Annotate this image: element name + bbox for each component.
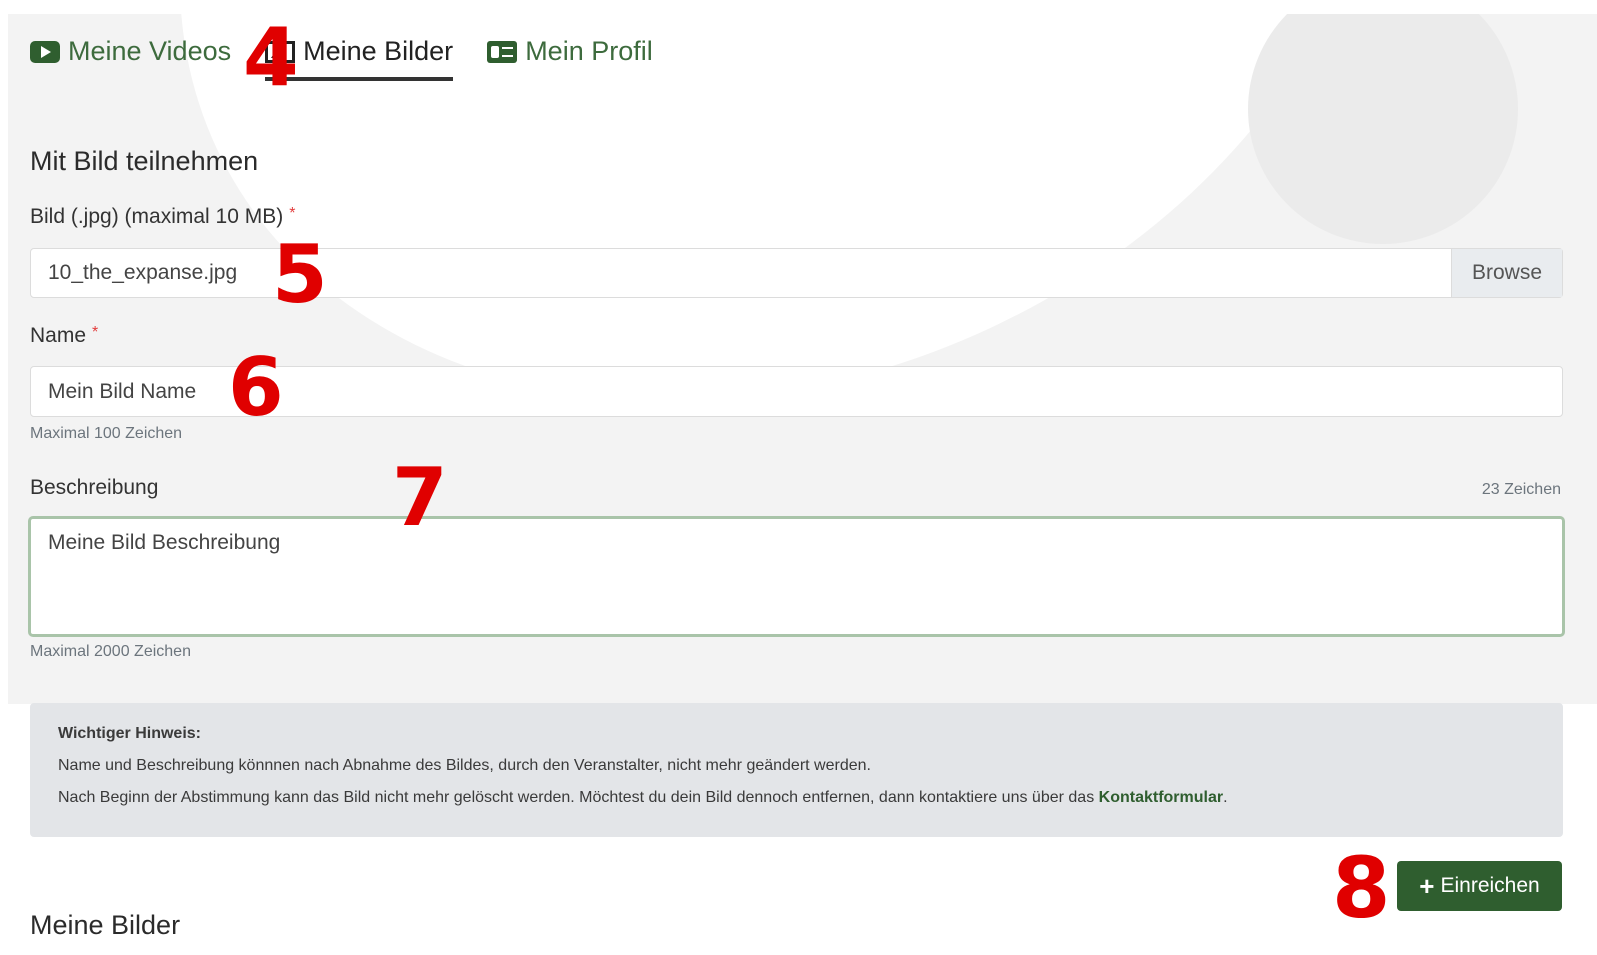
section-title: Mit Bild teilnehmen — [30, 146, 259, 176]
tab-bar: Meine Videos Meine Bilder Mein Profil — [30, 36, 687, 81]
browse-button[interactable]: Browse — [1451, 249, 1562, 297]
tab-label: Meine Videos — [68, 36, 232, 66]
tab-label: Meine Bilder — [303, 36, 454, 66]
notice-line-2-text: Nach Beginn der Abstimmung kann das Bild… — [58, 789, 1095, 806]
tab-mein-profil[interactable]: Mein Profil — [487, 36, 653, 81]
notice-box: Wichtiger Hinweis: Name und Beschreibung… — [30, 703, 1563, 837]
notice-line-1: Name und Beschreibung könnnen nach Abnah… — [58, 757, 871, 774]
description-label: Beschreibung — [30, 476, 159, 499]
required-mark: * — [289, 205, 296, 222]
plus-icon: + — [1419, 870, 1435, 901]
file-label-text: Bild (.jpg) (maximal 10 MB) — [30, 205, 284, 228]
my-images-heading: Meine Bilder — [30, 910, 181, 940]
profile-card-icon — [487, 40, 518, 63]
file-input[interactable]: 10_the_expanse.jpg Browse — [30, 248, 1563, 298]
annotation-marker-4: 4 — [243, 11, 299, 104]
notice-line-2-end: . — [1223, 789, 1228, 806]
description-hint: Maximal 2000 Zeichen — [30, 643, 191, 660]
submit-button[interactable]: + Einreichen — [1397, 861, 1562, 911]
annotation-marker-5: 5 — [272, 228, 328, 321]
name-label: Name * — [30, 324, 98, 348]
submit-label: Einreichen — [1440, 874, 1540, 897]
file-name: 10_the_expanse.jpg — [48, 261, 238, 284]
annotation-marker-6: 6 — [228, 341, 284, 434]
annotation-marker-7: 7 — [392, 451, 448, 544]
file-label: Bild (.jpg) (maximal 10 MB) * — [30, 205, 295, 229]
notice-title: Wichtiger Hinweis: — [58, 725, 201, 742]
tab-meine-videos[interactable]: Meine Videos — [30, 36, 231, 81]
annotation-marker-8: 8 — [1332, 839, 1391, 937]
char-counter: 23 Zeichen — [1481, 481, 1561, 498]
required-mark: * — [92, 324, 99, 341]
description-textarea[interactable]: Meine Bild Beschreibung — [28, 516, 1565, 637]
video-icon — [30, 40, 60, 63]
contact-form-link[interactable]: Kontaktformular — [1099, 789, 1223, 806]
name-label-text: Name — [30, 324, 87, 347]
name-hint: Maximal 100 Zeichen — [30, 425, 183, 442]
tab-label: Mein Profil — [525, 36, 653, 66]
notice-line-2: Nach Beginn der Abstimmung kann das Bild… — [58, 789, 1535, 807]
